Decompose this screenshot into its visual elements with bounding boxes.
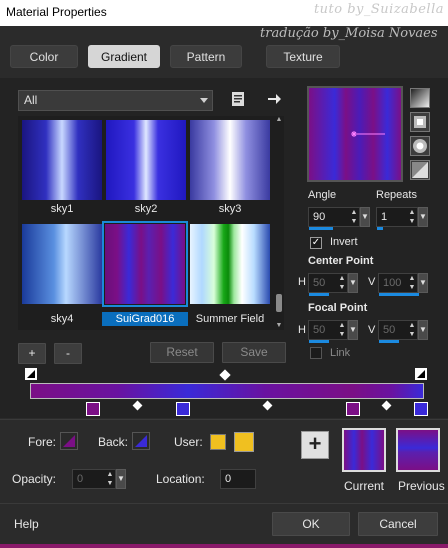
angle-dropdown-button[interactable]: ▼ [360, 207, 370, 227]
gradient-start-opacity-marker[interactable] [24, 367, 38, 381]
gradient-label: sky1 [50, 203, 74, 215]
opacity-dropdown-button[interactable]: ▼ [116, 469, 126, 489]
window-bottom-border [0, 544, 448, 548]
gradient-swatch-sky2[interactable] [106, 120, 186, 200]
opacity-label: Opacity: [12, 472, 57, 486]
title-bar: Material Properties tuto by_Suizabella [0, 0, 448, 26]
gradient-library: sky1 sky2 sky3 sky4 SuiGrad016 Summer Fi… [18, 116, 284, 330]
reset-button[interactable]: Reset [150, 342, 214, 363]
gradient-label: sky2 [134, 203, 158, 215]
gradient-preview[interactable] [307, 86, 403, 182]
stepper-arrows-icon[interactable]: ▲ ▼ [105, 470, 115, 488]
back-label: Back: [98, 435, 129, 449]
location-label: Location: [156, 472, 205, 486]
ok-button[interactable]: OK [272, 512, 350, 536]
fore-color-swatch[interactable] [60, 432, 78, 450]
tab-gradient[interactable]: Gradient [88, 45, 160, 68]
stepper-arrows-icon[interactable]: ▲ ▼ [349, 208, 359, 226]
center-h-dropdown-button[interactable]: ▼ [348, 273, 358, 293]
focal-h-dropdown-button[interactable]: ▼ [348, 320, 358, 340]
center-v-dropdown-button[interactable]: ▼ [418, 273, 428, 293]
save-gradient-button[interactable]: Save [222, 342, 286, 363]
angle-input[interactable]: 90 ▲ ▼ [308, 207, 360, 230]
scrollbar-thumb[interactable] [276, 294, 282, 312]
remove-gradient-button[interactable]: - [54, 343, 82, 364]
current-label: Current [344, 479, 385, 493]
stepper-arrows-icon[interactable]: ▲ ▼ [407, 274, 417, 292]
center-v-input[interactable]: 100 ▲ ▼ [378, 273, 419, 296]
focal-v-input[interactable]: 50 ▲ ▼ [378, 320, 418, 343]
repeats-input[interactable]: 1 ▲ ▼ [376, 207, 418, 230]
color-stop-marker[interactable] [346, 402, 360, 416]
linear-style-icon[interactable] [410, 88, 430, 108]
link-label: Link [330, 347, 351, 359]
previous-label: Previous [398, 479, 445, 493]
invert-checkbox[interactable]: ✓ [310, 237, 322, 249]
gradient-label: Summer Field [195, 313, 265, 325]
focal-v-label: V [368, 324, 376, 336]
sunburst-style-icon[interactable] [410, 160, 430, 180]
center-v-label: V [368, 276, 376, 288]
arrow-right-icon[interactable] [266, 91, 282, 107]
opacity-input[interactable]: 0 ▲ ▼ [72, 469, 116, 489]
chevron-down-icon[interactable]: ▼ [275, 322, 283, 330]
focal-h-label: H [298, 324, 306, 336]
stepper-arrows-icon[interactable]: ▲ ▼ [407, 208, 417, 226]
gradient-swatch-sky4[interactable] [22, 224, 102, 304]
tab-color[interactable]: Color [10, 45, 78, 68]
back-color-swatch[interactable] [132, 432, 150, 450]
center-h-input[interactable]: 50 ▲ ▼ [308, 273, 348, 296]
cancel-button[interactable]: Cancel [358, 512, 438, 536]
add-to-swatches-button[interactable]: + [301, 431, 329, 459]
gradient-swatch-sky3[interactable] [190, 120, 270, 200]
gradient-label: SuiGrad016 [102, 312, 188, 326]
color-stop-marker[interactable] [414, 402, 428, 416]
user-color-picker[interactable] [234, 432, 254, 452]
focal-point-label: Focal Point [308, 302, 368, 314]
chevron-down-icon [200, 98, 208, 103]
stepper-arrows-icon[interactable]: ▲ ▼ [337, 274, 347, 292]
link-checkbox[interactable] [310, 347, 322, 359]
category-select-value: All [24, 93, 38, 107]
focal-v-dropdown-button[interactable]: ▼ [418, 320, 428, 340]
rectangular-style-icon[interactable] [410, 112, 430, 132]
tab-pattern[interactable]: Pattern [170, 45, 242, 68]
help-button[interactable]: Help [14, 517, 39, 531]
window-title: Material Properties [6, 5, 107, 19]
invert-label: Invert [330, 236, 358, 248]
user-label: User: [174, 435, 203, 449]
angle-label: Angle [308, 189, 337, 201]
stepper-arrows-icon[interactable]: ▲ ▼ [337, 321, 347, 339]
tab-texture[interactable]: Texture [266, 45, 340, 68]
fore-label: Fore: [28, 435, 57, 449]
gradient-swatch-summer-field[interactable] [190, 224, 270, 304]
user-color-swatch[interactable] [210, 434, 226, 450]
gradient-end-opacity-marker[interactable] [414, 367, 428, 381]
center-h-label: H [298, 276, 306, 288]
add-gradient-button[interactable]: + [18, 343, 46, 364]
gradient-swatch-sky1[interactable] [22, 120, 102, 200]
stepper-arrows-icon[interactable]: ▲ ▼ [407, 321, 417, 339]
gradient-label: sky3 [218, 203, 242, 215]
library-icon[interactable] [230, 91, 246, 107]
radial-style-icon[interactable] [410, 136, 430, 156]
repeats-label: Repeats [376, 189, 417, 201]
color-stop-marker[interactable] [86, 402, 100, 416]
focal-h-input[interactable]: 50 ▲ ▼ [308, 320, 348, 343]
current-material-swatch[interactable] [342, 428, 386, 472]
center-point-label: Center Point [308, 255, 374, 267]
previous-material-swatch[interactable] [396, 428, 440, 472]
repeats-dropdown-button[interactable]: ▼ [418, 207, 428, 227]
color-stop-marker[interactable] [176, 402, 190, 416]
watermark-text: tuto by_Suizabella [313, 2, 444, 17]
gradient-scrollbar[interactable]: ▲ ▼ [275, 116, 283, 330]
category-select[interactable]: All [18, 90, 213, 111]
chevron-up-icon[interactable]: ▲ [275, 116, 283, 124]
location-input[interactable]: 0 [220, 469, 256, 489]
gradient-label: sky4 [50, 313, 74, 325]
watermark-text-2: tradução by_Moisa Novaes [260, 26, 438, 41]
gradient-editor-bar[interactable] [30, 383, 424, 399]
gradient-swatch-suigrad016[interactable] [105, 224, 185, 304]
